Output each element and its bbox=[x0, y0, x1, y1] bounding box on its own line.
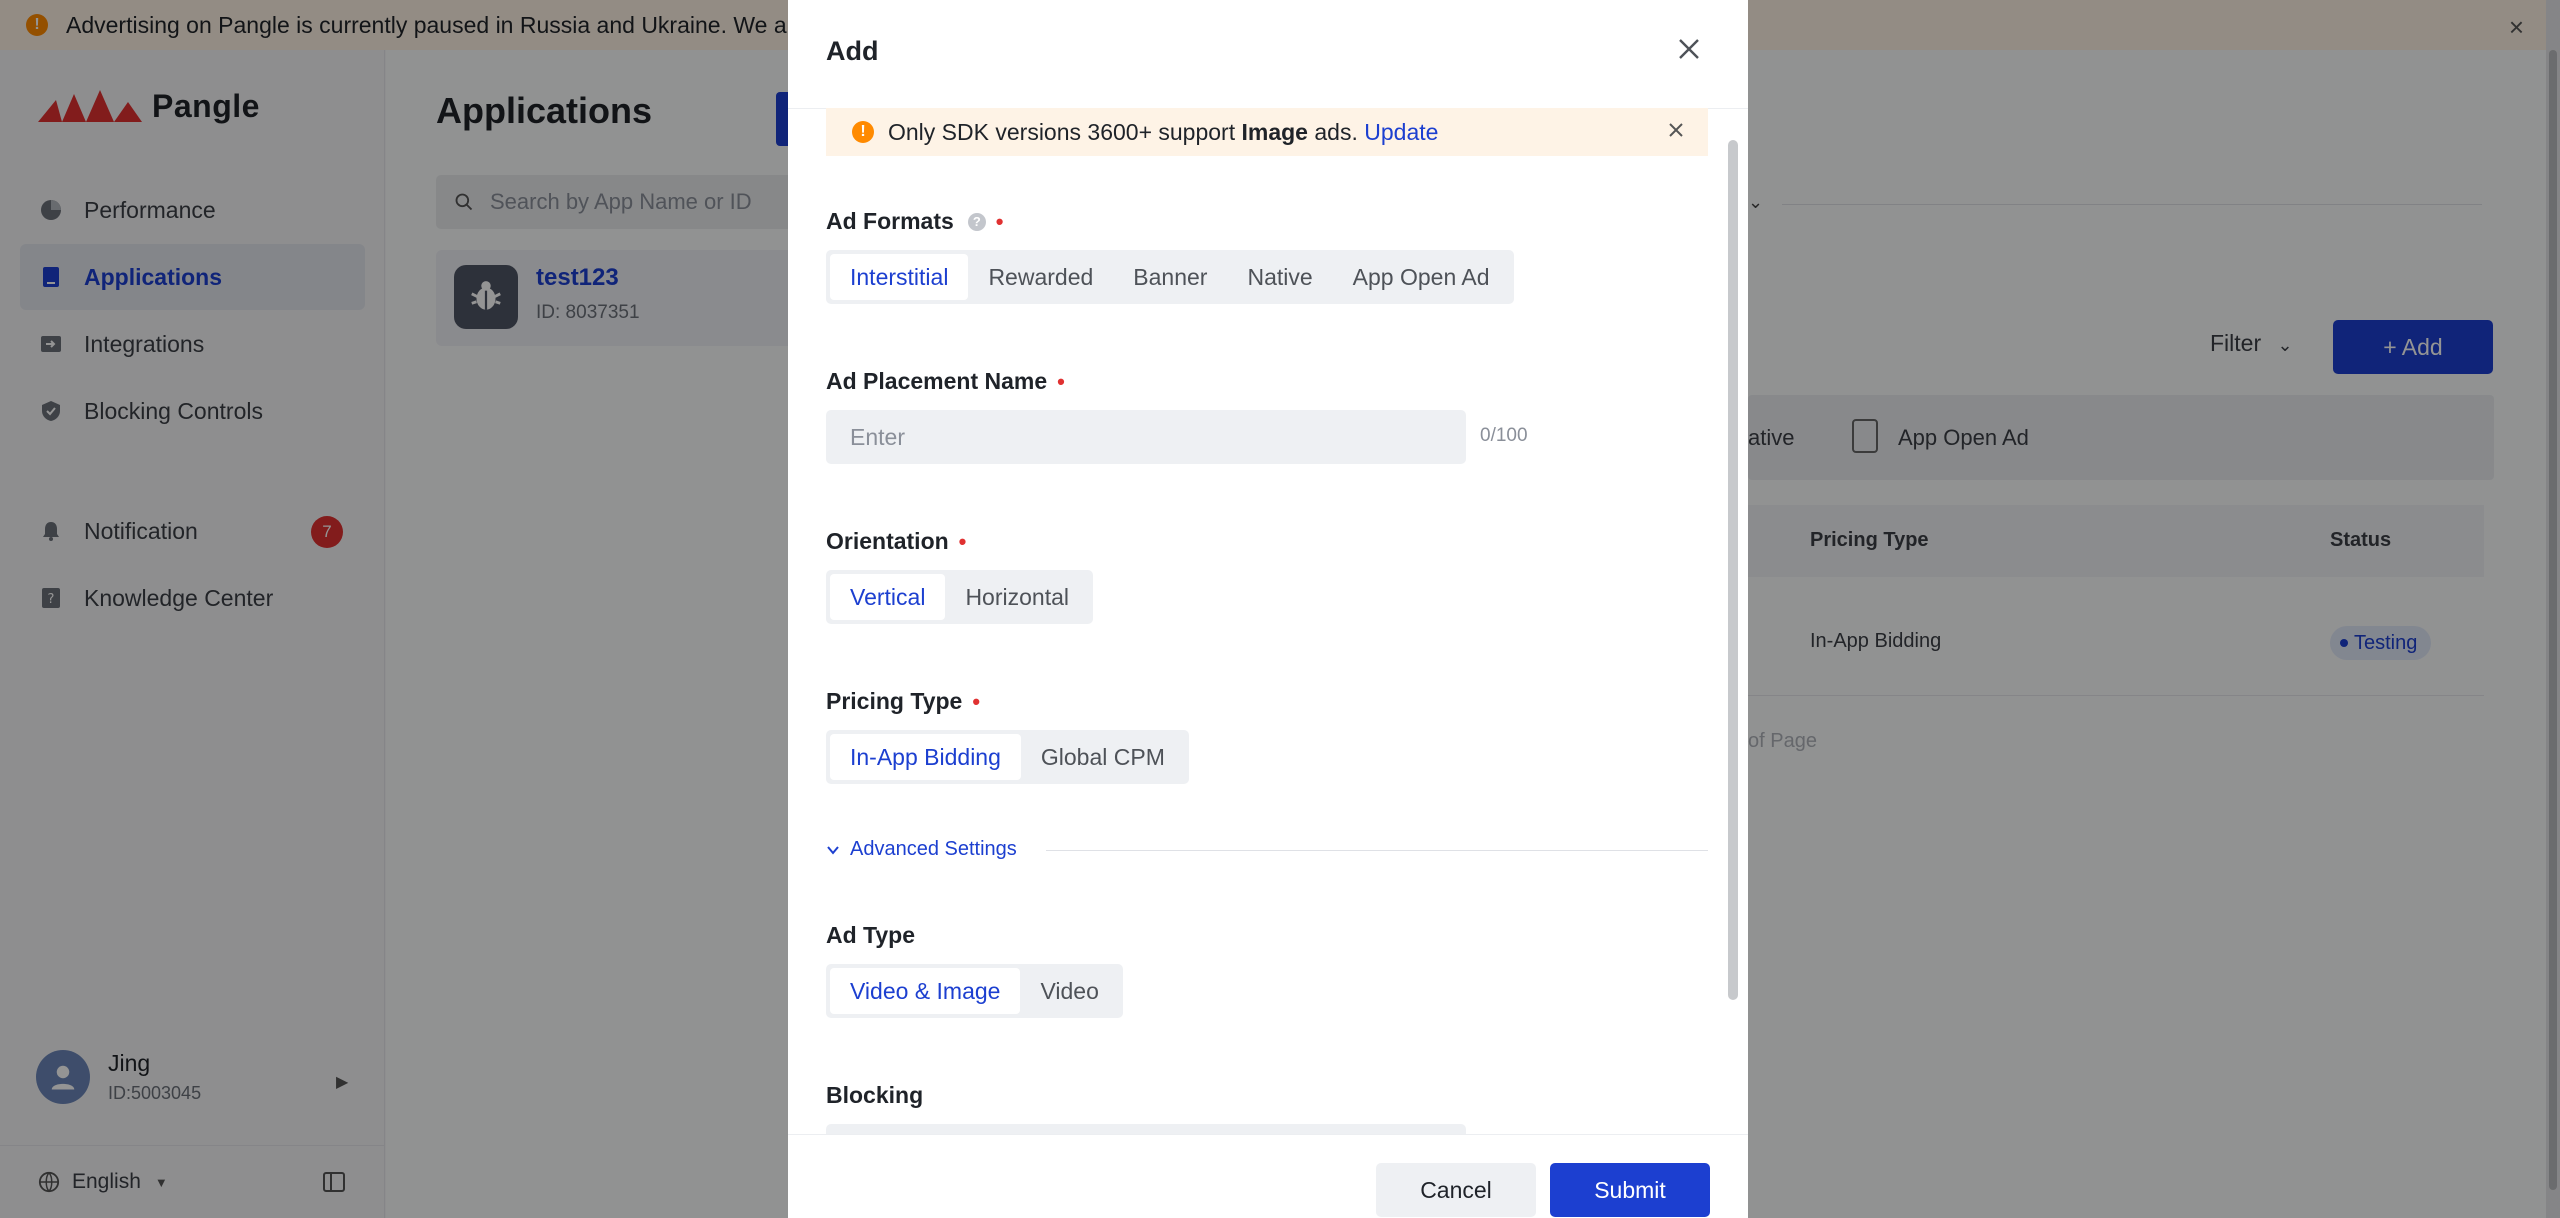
advanced-settings-label: Advanced Settings bbox=[850, 838, 1017, 860]
orientation-label-text: Orientation bbox=[826, 528, 949, 554]
sdk-notice: ! Only SDK versions 3600+ support Image … bbox=[826, 108, 1708, 156]
pricing-type-label: Pricing Type • bbox=[826, 688, 980, 715]
ad-type-video-image[interactable]: Video & Image bbox=[830, 968, 1021, 1014]
blocking-label-text: Blocking bbox=[826, 1082, 924, 1108]
required-icon: • bbox=[958, 528, 967, 554]
notice-bold: Image bbox=[1241, 118, 1308, 145]
ad-formats-segmented: Interstitial Rewarded Banner Native App … bbox=[826, 250, 1514, 304]
orientation-segmented: Vertical Horizontal bbox=[826, 570, 1093, 624]
blocking-label: Blocking bbox=[826, 1082, 923, 1109]
required-icon: • bbox=[972, 688, 981, 714]
warning-icon: ! bbox=[852, 121, 874, 143]
cancel-button[interactable]: Cancel bbox=[1376, 1163, 1536, 1217]
ad-type-label: Ad Type bbox=[826, 922, 915, 949]
required-icon: • bbox=[995, 208, 1004, 234]
help-icon[interactable]: ? bbox=[967, 212, 986, 231]
placement-name-input[interactable] bbox=[826, 410, 1466, 464]
ad-formats-label-text: Ad Formats bbox=[826, 208, 954, 234]
dialog-footer-divider bbox=[788, 1134, 1748, 1135]
notice-prefix: Only SDK versions 3600+ support bbox=[888, 118, 1242, 145]
orientation-label: Orientation • bbox=[826, 528, 966, 555]
placement-name-label: Ad Placement Name • bbox=[826, 368, 1065, 395]
ad-format-native[interactable]: Native bbox=[1227, 254, 1332, 300]
ad-type-label-text: Ad Type bbox=[826, 922, 916, 948]
ad-format-rewarded[interactable]: Rewarded bbox=[968, 254, 1113, 300]
notice-close-icon[interactable] bbox=[1668, 118, 1684, 144]
ad-type-video[interactable]: Video bbox=[1020, 968, 1118, 1014]
pricing-global-cpm[interactable]: Global CPM bbox=[1021, 734, 1185, 780]
blocking-field[interactable] bbox=[826, 1124, 1466, 1134]
placement-name-label-text: Ad Placement Name bbox=[826, 368, 1048, 394]
ad-format-interstitial[interactable]: Interstitial bbox=[830, 254, 969, 300]
notice-suffix: ads. bbox=[1307, 118, 1365, 145]
add-placement-dialog: Add ! Only SDK versions 3600+ support Im… bbox=[788, 0, 1748, 1218]
ad-format-banner[interactable]: Banner bbox=[1113, 254, 1227, 300]
update-link[interactable]: Update bbox=[1364, 119, 1438, 145]
submit-button[interactable]: Submit bbox=[1550, 1163, 1710, 1217]
dialog-scrollbar[interactable] bbox=[1728, 140, 1738, 1000]
pricing-type-label-text: Pricing Type bbox=[826, 688, 963, 714]
close-icon[interactable] bbox=[1678, 36, 1700, 66]
orientation-horizontal[interactable]: Horizontal bbox=[945, 574, 1089, 620]
ad-format-app-open-ad[interactable]: App Open Ad bbox=[1333, 254, 1510, 300]
char-counter: 0/100 bbox=[1480, 425, 1528, 446]
pricing-type-segmented: In-App Bidding Global CPM bbox=[826, 730, 1189, 784]
ad-formats-label: Ad Formats ? • bbox=[826, 208, 1004, 235]
chevron-down-icon bbox=[826, 843, 840, 857]
advanced-settings-toggle[interactable]: Advanced Settings bbox=[826, 838, 1017, 861]
dialog-title: Add bbox=[826, 36, 879, 66]
notice-text: Only SDK versions 3600+ support Image ad… bbox=[888, 119, 1438, 146]
ad-type-segmented: Video & Image Video bbox=[826, 964, 1123, 1018]
pricing-in-app-bidding[interactable]: In-App Bidding bbox=[830, 734, 1021, 780]
advanced-divider bbox=[1046, 850, 1708, 851]
orientation-vertical[interactable]: Vertical bbox=[830, 574, 946, 620]
required-icon: • bbox=[1057, 368, 1065, 394]
